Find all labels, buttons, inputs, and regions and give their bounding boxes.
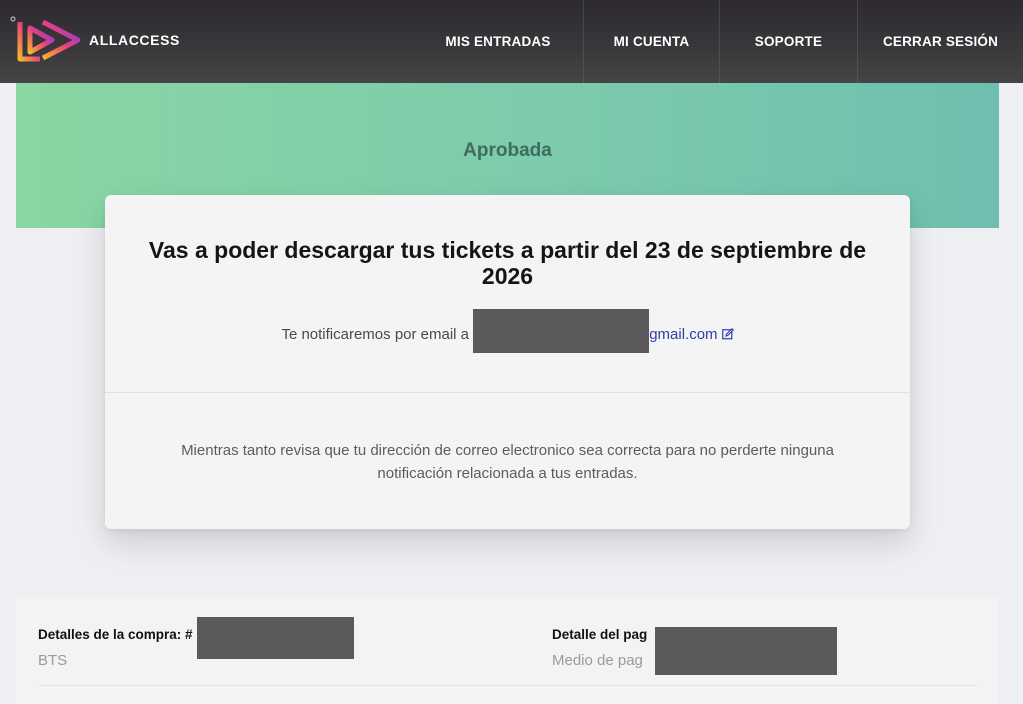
nav-mis-entradas[interactable]: MIS ENTRADAS	[413, 0, 583, 83]
edit-email-icon[interactable]	[721, 328, 734, 340]
notify-prefix: Te notificaremos por email a	[281, 326, 470, 343]
main-nav: MIS ENTRADAS MI CUENTA SOPORTE CERRAR SE…	[413, 0, 1023, 83]
nav-soporte[interactable]: SOPORTE	[719, 0, 857, 83]
brand-name[interactable]: ALLACCESS	[89, 32, 180, 48]
nav-mi-cuenta[interactable]: MI CUENTA	[583, 0, 719, 83]
payment-method-label: Medio de pag	[552, 652, 643, 669]
ticket-info-card: Vas a poder descargar tus tickets a part…	[105, 195, 910, 529]
details-divider	[38, 685, 977, 686]
redacted-payment-details	[655, 627, 837, 675]
email-address: gmail.com	[649, 326, 718, 343]
redacted-order-number	[197, 617, 354, 659]
status-label: Aprobada	[463, 140, 552, 161]
ticket-availability-title: Vas a poder descargar tus tickets a part…	[148, 237, 867, 289]
card-divider	[105, 392, 910, 393]
purchase-event-name: BTS	[38, 652, 68, 669]
email-check-note: Mientras tanto revisa que tu dirección d…	[181, 442, 834, 482]
purchase-details-title: Detalles de la compra: #	[38, 627, 193, 642]
top-navbar: ALLACCESS MIS ENTRADAS MI CUENTA SOPORTE…	[0, 0, 1023, 83]
payment-details-column: Detalle del pag Medio de pag	[552, 627, 647, 669]
redacted-email-block	[473, 309, 650, 354]
nav-cerrar-sesion[interactable]: CERRAR SESIÓN	[857, 0, 1023, 83]
purchase-details-panel: Detalles de la compra: # BTS Detalle del…	[16, 597, 999, 704]
allaccess-logo-icon[interactable]	[10, 12, 82, 64]
page: ALLACCESS MIS ENTRADAS MI CUENTA SOPORTE…	[0, 0, 1023, 704]
payment-details-title: Detalle del pag	[552, 627, 648, 642]
purchase-details-column: Detalles de la compra: # BTS	[38, 627, 193, 669]
notify-email-line: Te notificaremos por email a gmail.com	[105, 309, 910, 354]
